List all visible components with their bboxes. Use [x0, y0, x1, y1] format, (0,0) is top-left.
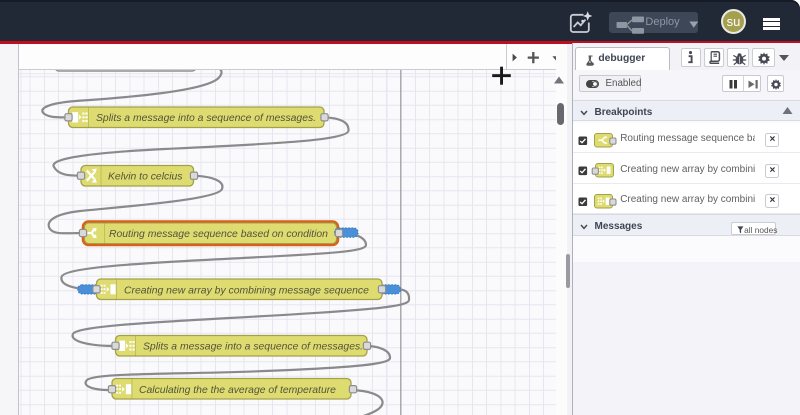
svg-text:Calculating the the average of: Calculating the the average of temperatu…	[139, 385, 336, 396]
svg-text:Kelvin to celcius: Kelvin to celcius	[108, 171, 183, 182]
svg-text:Splits a message into a sequen: Splits a message into a sequence of mess…	[143, 341, 363, 352]
svg-text:Splits a message into a sequen: Splits a message into a sequence of mess…	[96, 113, 316, 124]
svg-text:Creating new array by combinin: Creating new array by combining message …	[124, 285, 369, 296]
svg-text:Routing message sequence based: Routing message sequence based on condit…	[109, 228, 328, 239]
